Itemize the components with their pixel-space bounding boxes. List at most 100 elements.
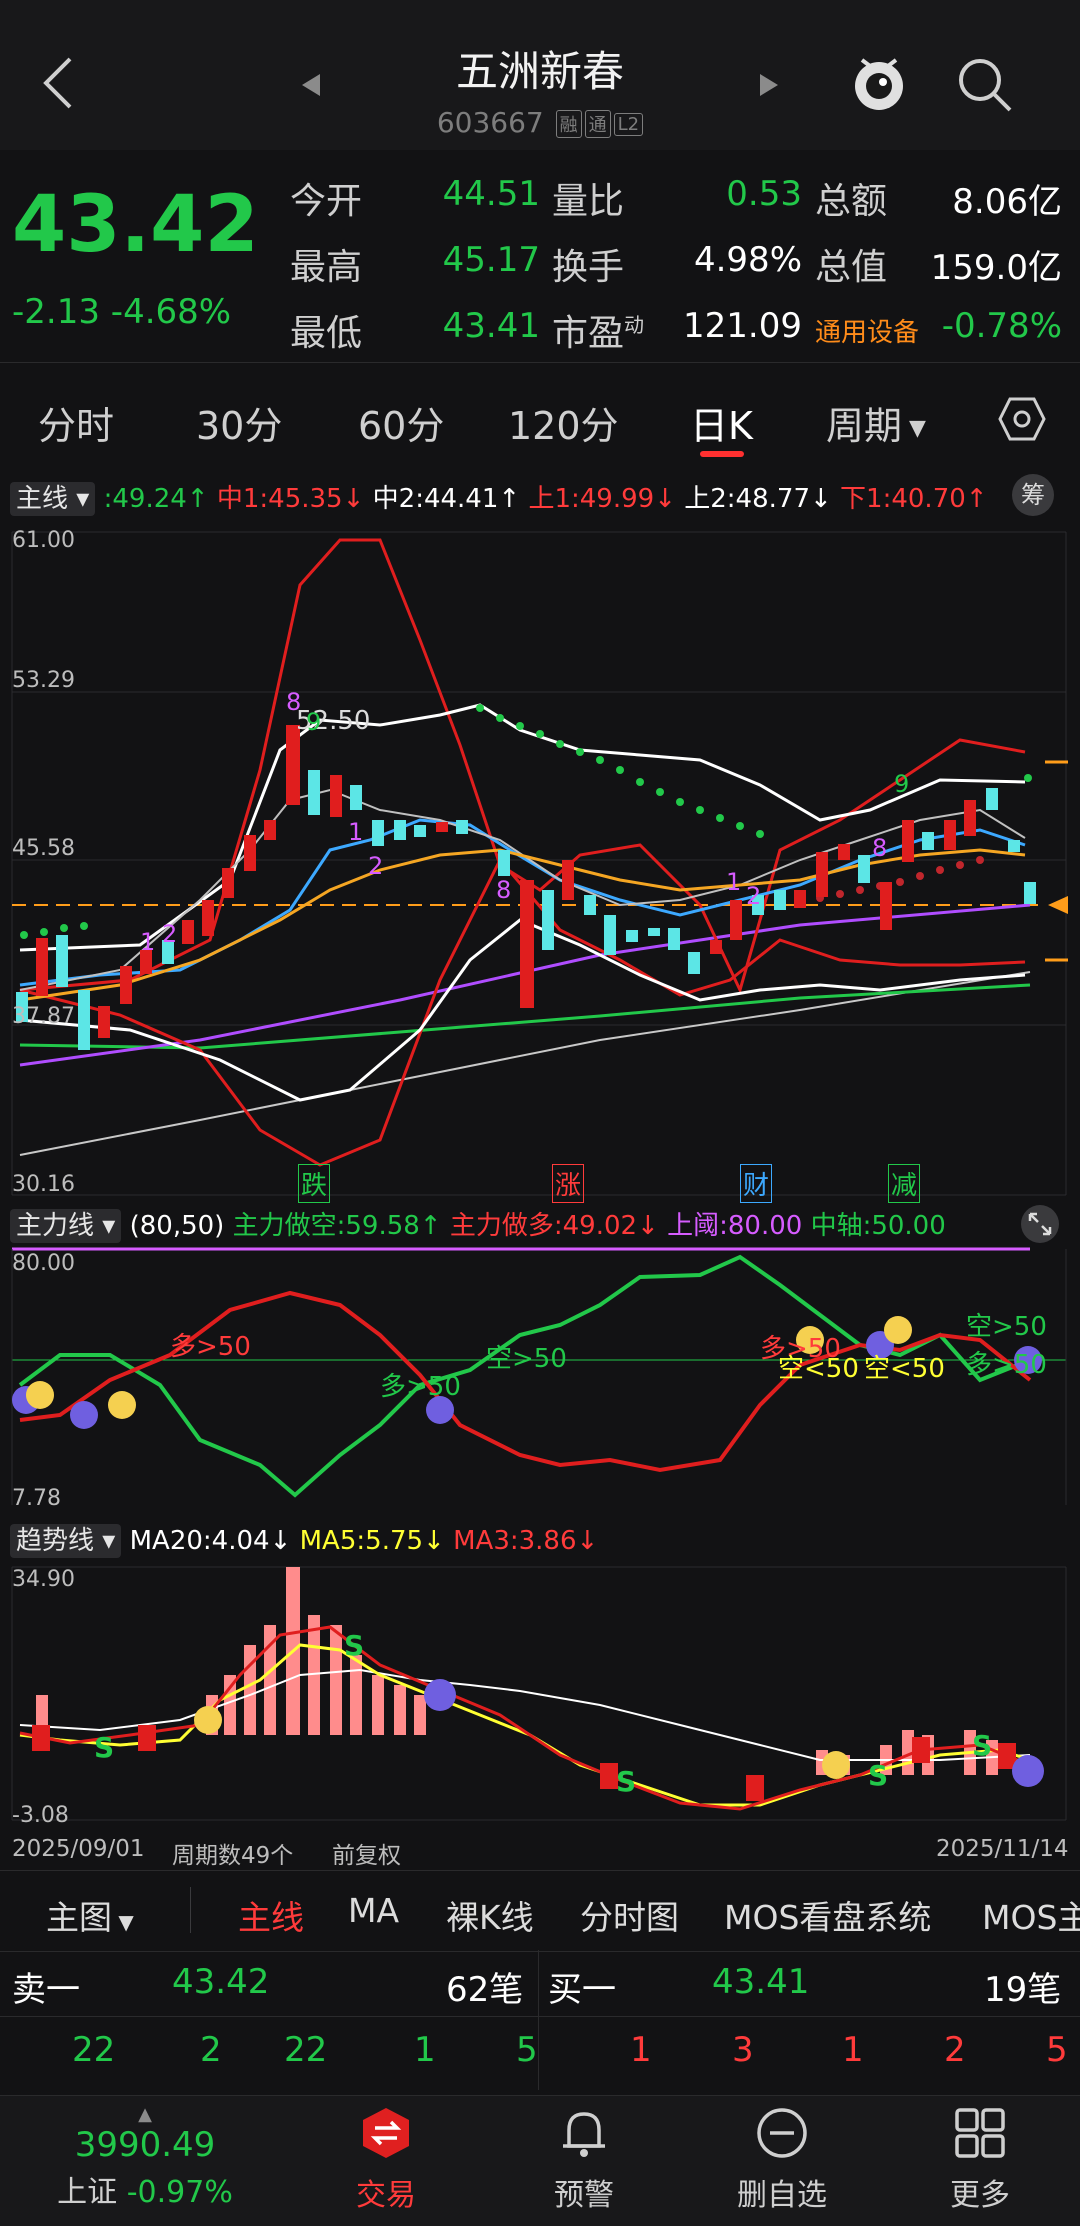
seq-label-10: 9 xyxy=(894,770,910,798)
svg-text:S: S xyxy=(616,1765,636,1798)
seq-label-8: 1 xyxy=(726,868,742,896)
sell-vol-4: 1 xyxy=(414,2030,436,2070)
force-annot-6: 空<50 xyxy=(864,1354,945,1384)
chart-type-mos[interactable]: MOS看盘系统 xyxy=(724,1891,931,1939)
trend-y-top: 34.90 xyxy=(12,1567,75,1592)
indicator-value-1: :49.24↑ xyxy=(103,484,209,514)
event-tag-fall[interactable]: 跌 xyxy=(298,1164,331,1203)
force-mid-axis: 中轴:50.00 xyxy=(810,1211,946,1241)
y-axis-label-top: 61.00 xyxy=(12,528,75,553)
force-short-value: 主力做空:59.58↑ xyxy=(232,1211,442,1241)
force-y-top: 80.00 xyxy=(12,1251,75,1276)
minus-circle-icon xyxy=(757,2108,807,2158)
nav-alert-label: 预警 xyxy=(554,2178,614,2213)
y-axis-label-bottom: 30.16 xyxy=(12,1172,75,1197)
tab-daily-k[interactable]: 日K xyxy=(690,395,753,450)
index-ticker[interactable]: ▲ 3990.49 上证 -0.97% xyxy=(0,2104,290,2211)
trend-indicator-header: 趋势线 ▾ MA20:4.04↓ MA5:5.75↓ MA3:3.86↓ xyxy=(10,1520,599,1558)
chart-type-mainline[interactable]: 主线 xyxy=(238,1891,304,1939)
nav-alert[interactable]: 预警 xyxy=(514,2106,654,2214)
price-change: -2.13 -4.68% xyxy=(12,292,231,332)
force-long-value: 主力做多:49.02↓ xyxy=(449,1211,659,1241)
chart-period-count: 周期数49个 xyxy=(172,1843,294,1869)
event-tag-finance[interactable]: 财 xyxy=(740,1164,773,1203)
chip-distribution-button[interactable]: 筹 xyxy=(1012,474,1054,516)
sell-vol-5: 5 xyxy=(516,2030,538,2070)
trend-ma3: MA3:3.86↓ xyxy=(453,1526,599,1556)
next-stock-icon[interactable] xyxy=(758,72,780,98)
seq-label-4: 2 xyxy=(162,920,178,948)
seq-label-5: 1 xyxy=(348,818,364,846)
buy-vol-5: 5 xyxy=(1046,2030,1068,2070)
nav-remove-watchlist[interactable]: 删自选 xyxy=(712,2106,852,2214)
nav-trade[interactable]: 交易 xyxy=(316,2106,456,2214)
chart-start-date: 2025/09/01 xyxy=(12,1836,145,1862)
nav-more[interactable]: 更多 xyxy=(910,2106,1050,2214)
chart-type-bar: 主图 ▼ 主线 MA 裸K线 分时图 MOS看盘系统 MOS主 xyxy=(0,1870,1080,1952)
y-axis-label-2: 53.29 xyxy=(12,668,75,693)
force-param: (80,50) xyxy=(129,1211,225,1241)
amount-label: 总额 xyxy=(815,181,888,222)
assistant-eye-icon[interactable] xyxy=(848,52,910,114)
low-value: 43.41 xyxy=(442,306,540,346)
sector-link[interactable]: 通用设备 xyxy=(815,312,919,349)
main-indicator-dropdown[interactable]: 主线 ▾ xyxy=(10,482,96,516)
trend-ma20: MA20:4.04↓ xyxy=(129,1526,292,1556)
chart-type-intraday[interactable]: 分时图 xyxy=(580,1891,679,1939)
event-tag-reduce[interactable]: 减 xyxy=(888,1164,921,1203)
index-name: 上证 xyxy=(57,2175,118,2210)
buy-vol-2: 3 xyxy=(732,2030,754,2070)
candlestick-chart[interactable] xyxy=(0,520,1080,1200)
seq-label-1: 8 xyxy=(286,688,302,716)
seq-label-7: 8 xyxy=(496,876,512,904)
trend-chart[interactable]: S S S S S xyxy=(0,1565,1080,1830)
force-indicator-dropdown[interactable]: 主力线 ▾ xyxy=(10,1209,122,1243)
open-value: 44.51 xyxy=(442,174,540,214)
turnover-label: 换手 xyxy=(552,247,625,288)
order-book: 卖一 43.42 62笔 买一 43.41 19笔 22 2 22 1 5 1 … xyxy=(0,1950,1080,2095)
chart-type-bare-k[interactable]: 裸K线 xyxy=(446,1891,534,1939)
chart-settings-icon[interactable] xyxy=(998,395,1046,443)
low-label: 最低 xyxy=(290,313,363,354)
force-y-bottom: 7.78 xyxy=(12,1486,61,1511)
tab-60min[interactable]: 60分 xyxy=(358,395,444,450)
event-tag-rise[interactable]: 涨 xyxy=(552,1164,585,1203)
trend-y-bottom: -3.08 xyxy=(12,1803,69,1828)
expand-icon[interactable] xyxy=(1020,1204,1060,1244)
svg-text:S: S xyxy=(344,1629,364,1662)
chart-type-ma[interactable]: MA xyxy=(348,1891,399,1930)
nav-remove-label: 删自选 xyxy=(737,2178,827,2213)
force-annot-7: 空>50 xyxy=(966,1312,1047,1342)
tab-intraday[interactable]: 分时 xyxy=(38,395,114,450)
y-axis-label-3: 45.58 xyxy=(12,836,75,861)
stock-name: 五洲新春 xyxy=(455,47,624,96)
trend-signal-icons: S S S S S xyxy=(32,1629,1044,1801)
buy1-price: 43.41 xyxy=(712,1962,810,2002)
sell1-count: 62笔 xyxy=(446,1970,524,2010)
tab-30min[interactable]: 30分 xyxy=(196,395,282,450)
chart-adjust-mode[interactable]: 前复权 xyxy=(332,1836,401,1870)
change-value: -2.13 xyxy=(12,292,100,332)
bottom-navbar: ▲ 3990.49 上证 -0.97% 交易 预警 删自选 更多 xyxy=(0,2095,1080,2226)
tab-120min[interactable]: 120分 xyxy=(508,395,619,450)
nav-more-label: 更多 xyxy=(950,2178,1010,2213)
seq-label-9: 2 xyxy=(746,882,762,910)
candles xyxy=(16,725,1036,1050)
force-indicator-header: 主力线 ▾ (80,50) 主力做空:59.58↑ 主力做多:49.02↓ 上阈… xyxy=(10,1205,946,1243)
last-price: 43.42 xyxy=(12,180,259,270)
chart-type-mos-main[interactable]: MOS主 xyxy=(982,1891,1080,1939)
trend-indicator-dropdown[interactable]: 趋势线 ▾ xyxy=(10,1524,122,1558)
connect-tag: 通 xyxy=(584,110,611,138)
turnover-value: 4.98% xyxy=(693,240,802,280)
sell1-price: 43.42 xyxy=(172,1962,270,2002)
search-icon[interactable] xyxy=(955,55,1015,115)
tab-period-dropdown[interactable]: 周期 ▼ xyxy=(826,395,926,450)
main-chart-dropdown[interactable]: 主图 ▼ xyxy=(46,1891,134,1939)
last-price-marker xyxy=(1048,896,1068,914)
market-cap-value: 159.0亿 xyxy=(930,248,1062,288)
volume-ratio-label: 量比 xyxy=(552,181,625,222)
seq-label-11: 8 xyxy=(872,834,888,862)
grid-icon xyxy=(955,2108,1005,2158)
buy-vol-4: 2 xyxy=(944,2030,966,2070)
seq-label-6: 2 xyxy=(368,852,384,880)
